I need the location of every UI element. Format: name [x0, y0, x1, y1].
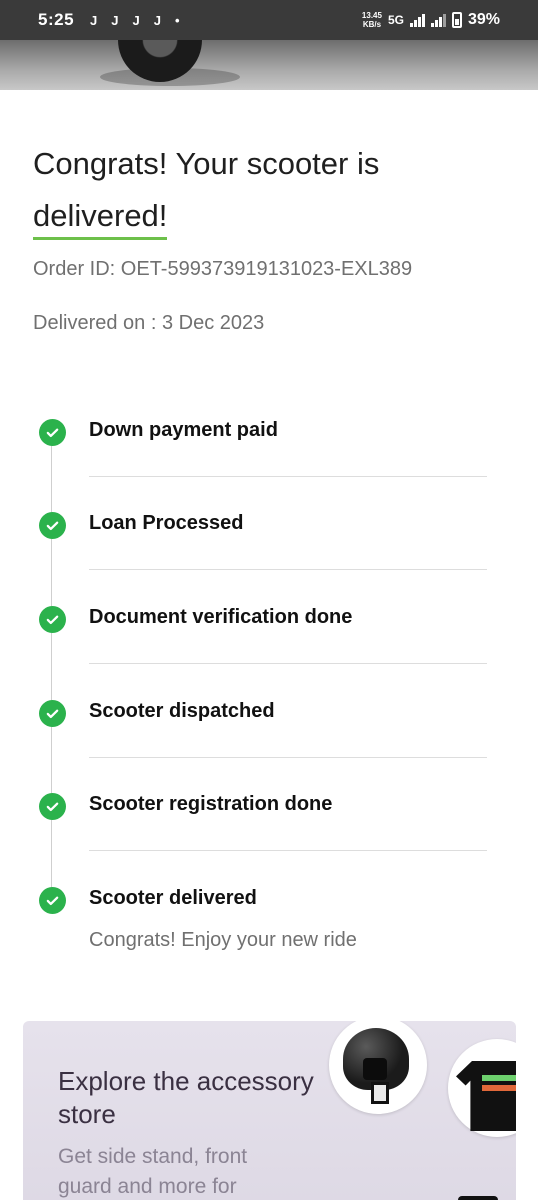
status-right: 13.45 KB/s 5G 39% [362, 11, 500, 29]
check-icon [39, 512, 66, 539]
step-label: Scooter registration done [89, 793, 333, 815]
scooter-hero-image [0, 40, 538, 90]
notification-icon: J [111, 12, 119, 28]
timeline-step: Document verification done [0, 585, 538, 679]
check-icon [39, 887, 66, 914]
check-icon [39, 700, 66, 727]
check-icon [39, 606, 66, 633]
divider [89, 757, 487, 758]
notification-icons: J J J J • [90, 13, 180, 28]
notification-icon: J [90, 12, 98, 28]
check-icon [39, 419, 66, 446]
timeline-step: Down payment paid [0, 398, 538, 492]
title-highlight: delivered! [33, 198, 168, 240]
accessory-store-card[interactable]: Explore the accessory store Get side sta… [23, 1021, 516, 1200]
network-type: 5G [387, 13, 404, 27]
timeline-step: Scooter registration done [0, 772, 538, 866]
timeline-step: Scooter dispatched [0, 679, 538, 773]
timeline-step: Scooter delivered Congrats! Enjoy your n… [0, 866, 538, 960]
notification-icon: J [153, 12, 161, 28]
status-time: 5:25 [38, 10, 75, 29]
timeline-step: Loan Processed [0, 491, 538, 585]
tshirt-icon [456, 1061, 516, 1131]
status-bar: 5:25 J J J J • 13.45 KB/s 5G 39% [0, 0, 538, 40]
step-label: Down payment paid [89, 419, 278, 441]
divider [89, 476, 487, 477]
card-title: Explore the accessory store [58, 1066, 314, 1129]
order-id: Order ID: OET-599373919131023-EXL389 [33, 258, 413, 280]
battery-icon [451, 12, 462, 28]
signal-icon-2 [430, 13, 446, 27]
delivered-on-date: Delivered on : 3 Dec 2023 [33, 312, 265, 334]
network-speed-value: 13.45 [361, 11, 382, 20]
notification-icon: J [132, 12, 140, 28]
signal-icon [409, 13, 425, 27]
step-label: Document verification done [89, 606, 353, 628]
divider [89, 663, 487, 664]
notification-dot-icon: • [174, 12, 180, 28]
title-prefix: Congrats! Your scooter is [33, 146, 380, 181]
page-title: Congrats! Your scooter is delivered! [33, 138, 503, 242]
step-subtext: Congrats! Enjoy your new ride [89, 929, 357, 951]
card-subtitle: Get side stand, front guard and more for [58, 1145, 248, 1198]
accessory-image-partial [458, 1196, 498, 1200]
battery-percent: 39% [467, 11, 500, 28]
helmet-icon [343, 1028, 409, 1090]
tshirt-image [448, 1039, 516, 1137]
step-label: Scooter delivered [89, 887, 257, 909]
step-label: Scooter dispatched [89, 700, 275, 722]
network-speed-unit: KB/s [362, 20, 382, 29]
network-speed: 13.45 KB/s [362, 11, 382, 29]
divider [89, 850, 487, 851]
divider [89, 569, 487, 570]
helmet-image [329, 1021, 427, 1114]
helmet-strap [371, 1082, 389, 1104]
step-label: Loan Processed [89, 512, 244, 534]
check-icon [39, 793, 66, 820]
